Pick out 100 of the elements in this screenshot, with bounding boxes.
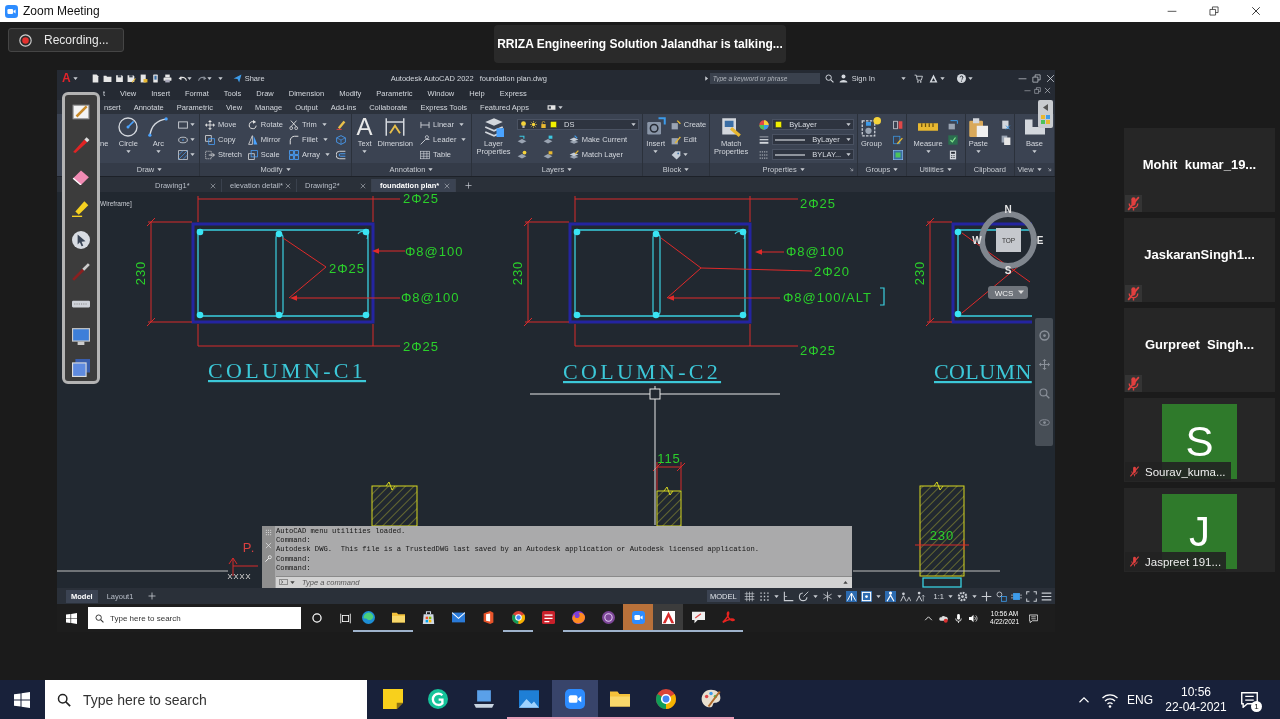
clock[interactable]: 10:56 22-04-2021 — [1165, 684, 1227, 715]
line-weights-icon[interactable] — [759, 134, 770, 145]
compass-letter[interactable]: S — [1004, 265, 1012, 276]
person-arrow-icon[interactable] — [914, 590, 926, 602]
caret-icon[interactable] — [72, 75, 78, 81]
taskbar-button[interactable] — [653, 604, 683, 632]
small-window-icon[interactable] — [546, 102, 556, 112]
caret-icon[interactable] — [901, 75, 906, 81]
wrench-icon[interactable] — [265, 555, 272, 562]
layer-lock-icon[interactable] — [542, 149, 553, 160]
layer-bulb-icon[interactable] — [517, 149, 527, 160]
compass-letter[interactable]: E — [1036, 234, 1044, 246]
caret-icon[interactable] — [290, 580, 295, 585]
search-icon[interactable] — [824, 73, 834, 83]
layer-arrow-icon[interactable] — [517, 134, 527, 145]
notification-icon[interactable] — [1029, 613, 1038, 623]
dashed-lines-icon[interactable] — [759, 149, 770, 160]
caret-icon[interactable] — [773, 593, 779, 599]
layer-block-icon[interactable] — [542, 134, 553, 145]
diagonal-arrow-icon[interactable] — [849, 167, 855, 172]
compass-letter[interactable]: N — [1004, 204, 1012, 215]
pencil-icon[interactable] — [335, 119, 346, 130]
shapes-pen-icon[interactable] — [892, 134, 903, 145]
ellipse-icon[interactable] — [178, 134, 189, 145]
printer-icon[interactable] — [162, 73, 172, 83]
wifi-icon[interactable] — [1102, 691, 1118, 708]
close-icon[interactable] — [1251, 6, 1261, 16]
pan-arrows-icon[interactable] — [1038, 359, 1050, 370]
command-window-handle[interactable] — [262, 526, 275, 588]
triangle-lines-icon[interactable] — [845, 590, 857, 602]
caret-icon[interactable] — [682, 152, 688, 157]
hatched-square-icon[interactable] — [178, 149, 189, 160]
cursor-icon[interactable] — [72, 231, 90, 249]
microphone-icon[interactable] — [954, 613, 964, 623]
caret-icon[interactable] — [968, 75, 973, 81]
people-icon[interactable] — [899, 590, 911, 602]
caret-icon[interactable] — [812, 593, 818, 599]
windows-logo-icon[interactable] — [66, 612, 77, 624]
caret-icon[interactable] — [190, 137, 196, 142]
rectangle-icon[interactable] — [178, 119, 189, 130]
polar-arc-icon[interactable] — [797, 590, 809, 602]
cloud-icon[interactable] — [939, 613, 949, 623]
grid-icon[interactable] — [743, 590, 755, 602]
zoom-icon[interactable] — [1038, 388, 1050, 399]
square-corner-icon[interactable] — [947, 119, 958, 130]
person-icon[interactable] — [884, 590, 896, 602]
caret-icon[interactable] — [703, 75, 709, 81]
compass-letter[interactable]: W — [972, 234, 982, 246]
cart-icon[interactable] — [914, 73, 923, 83]
new-page-icon[interactable] — [90, 73, 100, 83]
gear-icon[interactable] — [957, 590, 968, 602]
search-field[interactable]: Type here to search — [88, 607, 301, 629]
triangle-icon[interactable] — [929, 73, 938, 83]
help-icon[interactable] — [957, 73, 966, 83]
floppy-pen-icon[interactable] — [126, 73, 136, 83]
taskbar-button[interactable] — [552, 680, 598, 719]
plus-icon[interactable] — [981, 590, 992, 602]
task-view-icon[interactable] — [340, 612, 351, 624]
caret-icon[interactable] — [190, 152, 196, 157]
speaker-icon[interactable] — [969, 613, 979, 623]
paper-pencil-icon[interactable] — [72, 103, 90, 121]
search-field[interactable]: Type here to search — [45, 680, 367, 719]
caret-icon[interactable] — [940, 75, 945, 81]
tag-icon[interactable] — [670, 149, 681, 160]
stacked-squares-icon[interactable] — [72, 359, 90, 377]
pages-icon[interactable] — [1001, 134, 1012, 145]
caret-icon[interactable] — [843, 580, 848, 585]
isometric-icon[interactable] — [821, 590, 833, 602]
steering-wheel-icon[interactable] — [1038, 330, 1050, 341]
caret-icon[interactable] — [875, 593, 881, 599]
ucs-menu[interactable]: WCS — [988, 286, 1028, 299]
panel-toggle-icon[interactable] — [1038, 100, 1053, 128]
caret-icon[interactable] — [972, 593, 977, 599]
brush-icon[interactable] — [72, 263, 90, 281]
plus-icon[interactable] — [148, 592, 157, 600]
caret-icon[interactable] — [190, 122, 196, 127]
color-wheel-icon[interactable] — [759, 119, 770, 130]
calculator-icon[interactable] — [947, 149, 958, 160]
pen-icon[interactable] — [72, 135, 90, 153]
menu-icon[interactable] — [1041, 590, 1052, 602]
caret-icon[interactable] — [948, 593, 953, 599]
grip-icon[interactable] — [265, 529, 272, 536]
recording-indicator[interactable]: Recording... — [8, 28, 124, 52]
dot-grid-icon[interactable] — [758, 590, 770, 602]
folder-icon[interactable] — [102, 73, 112, 83]
caret-icon[interactable] — [186, 75, 192, 81]
fullscreen-icon[interactable] — [1026, 590, 1037, 602]
circle-square-icon[interactable] — [996, 590, 1007, 602]
monitor-icon[interactable] — [72, 327, 90, 345]
nested-squares-icon[interactable] — [892, 149, 903, 160]
right-angle-icon[interactable] — [782, 590, 794, 602]
cube-outline-icon[interactable] — [335, 134, 346, 145]
ring-icon[interactable] — [312, 613, 322, 623]
offset-curves-icon[interactable] — [335, 149, 346, 160]
snap-square-icon[interactable] — [860, 590, 872, 602]
restore-icon[interactable] — [1209, 6, 1219, 16]
checkmark-icon[interactable] — [947, 134, 958, 145]
page-stamp-icon[interactable] — [138, 73, 148, 83]
chevron-up-icon[interactable] — [924, 613, 934, 623]
notification-icon[interactable] — [1241, 691, 1258, 708]
